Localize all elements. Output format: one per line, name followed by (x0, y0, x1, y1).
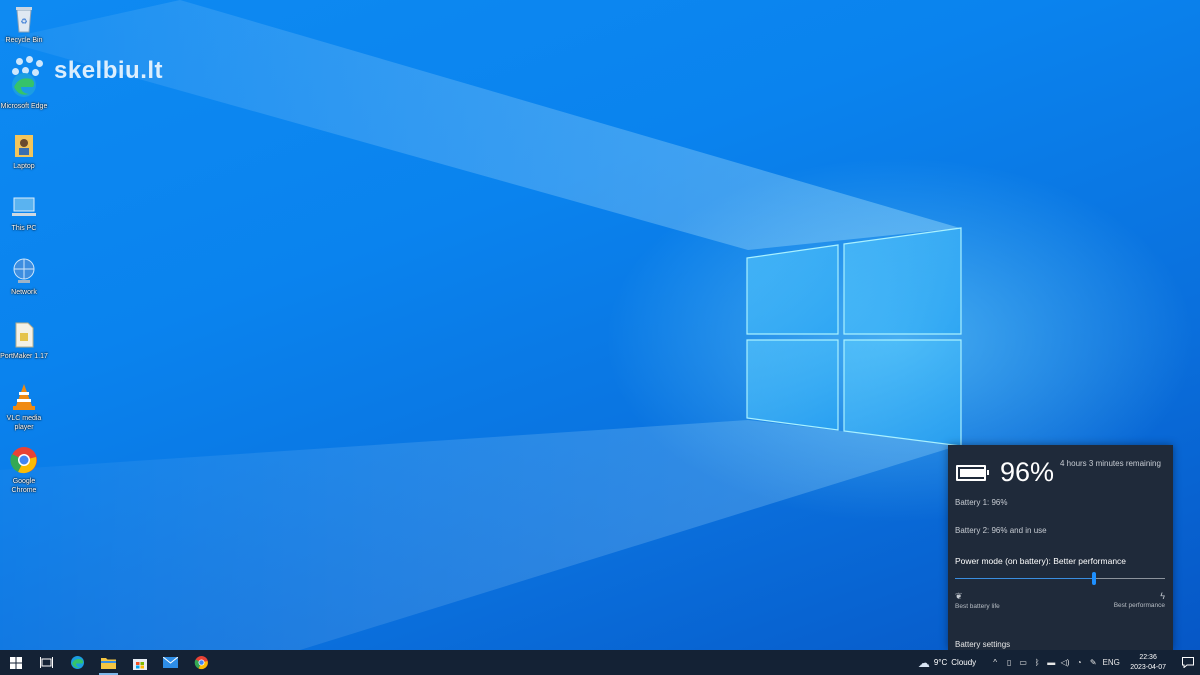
taskbar-store-button[interactable] (124, 650, 155, 675)
battery-remaining: 4 hours 3 minutes remaining (1060, 459, 1161, 468)
taskbar-file-explorer-button[interactable] (93, 650, 124, 675)
power-mode-label: Power mode (on battery): Better performa… (955, 556, 1127, 566)
taskbar-mail-button[interactable] (155, 650, 186, 675)
slider-thumb[interactable] (1092, 572, 1096, 585)
desktop-icon-label: Google Chrome (11, 478, 37, 494)
edge-icon (9, 70, 39, 100)
slider-left-end: ❦ Best battery life (955, 591, 1000, 610)
clock-time: 22:36 (1139, 653, 1157, 661)
battery-flyout: 96% 4 hours 3 minutes remaining Battery … (948, 445, 1173, 650)
notification-center-button[interactable] (1176, 650, 1200, 675)
lightning-icon: ϟ (1160, 591, 1165, 601)
battery-2-status: Battery 2: 96% and in use (955, 526, 1047, 535)
desktop-icon-label: Network (11, 289, 37, 296)
battery-settings-link[interactable]: Battery settings (955, 640, 1010, 649)
bluetooth-icon[interactable]: ᛒ (1030, 650, 1044, 675)
start-icon (9, 656, 22, 669)
slider-track-filled (955, 578, 1094, 579)
windows-logo (746, 227, 962, 447)
slider-track-empty (1094, 578, 1165, 579)
desktop-icon-label: This PC (11, 225, 37, 232)
desktop-icon-this-pc[interactable]: This PC (0, 192, 48, 233)
desktop-icon-chrome[interactable]: Google Chrome (0, 445, 48, 495)
volume-icon[interactable]: ◁) (1058, 650, 1072, 675)
user-folder-icon (9, 130, 39, 160)
notification-icon (1182, 657, 1194, 668)
desktop-icon-edge[interactable]: Microsoft Edge (0, 70, 48, 111)
device-icon[interactable]: ▯ (1002, 650, 1016, 675)
recycle-bin-icon: ♻ (9, 4, 39, 34)
desktop-icon-network[interactable]: Network (0, 256, 48, 297)
task-view-icon (40, 657, 53, 668)
system-tray: ☁ 9°C Cloudy ^ ▯ ▭ ᛒ ▬ ◁) ◔ ✎ ENG 22:36 … (918, 650, 1200, 675)
weather-temp: 9°C (933, 658, 948, 667)
this-pc-icon (9, 192, 39, 222)
desktop-icon-label: Microsoft Edge (0, 103, 48, 110)
weather-widget[interactable]: ☁ 9°C Cloudy (918, 656, 976, 670)
desktop-icon-vlc[interactable]: VLC media player (0, 382, 48, 432)
battery-tray-icon[interactable]: ▬ (1044, 650, 1058, 675)
desktop-icon-laptop[interactable]: Laptop (0, 130, 48, 171)
clock-date: 2023-04-07 (1130, 663, 1166, 671)
task-view-button[interactable] (31, 650, 62, 675)
desktop-icon-label: Laptop (13, 163, 35, 170)
battery-icon (956, 464, 989, 481)
store-icon (132, 658, 147, 670)
file-icon (9, 320, 39, 350)
slider-right-end: ϟ Best performance (1114, 591, 1165, 609)
weather-condition: Cloudy (951, 658, 977, 667)
clock[interactable]: 22:36 2023-04-07 (1130, 653, 1166, 673)
start-button[interactable] (0, 650, 31, 675)
desktop-icon-label: PortMaker 1.17 (0, 353, 48, 360)
cloud-icon: ☁ (917, 655, 930, 670)
edge-icon (71, 656, 84, 669)
slider-left-label: Best battery life (955, 603, 1000, 610)
language-indicator[interactable]: ENG (1100, 650, 1122, 675)
power-mode-slider[interactable] (955, 572, 1165, 585)
watermark-text: skelbiu.lt (54, 57, 164, 84)
wifi-icon[interactable]: ◔ (1072, 650, 1086, 675)
taskbar-chrome-button[interactable] (186, 650, 217, 675)
chevron-up-icon[interactable]: ^ (988, 650, 1002, 675)
desktop-icon-label: VLC media player (6, 415, 42, 431)
file-explorer-icon (101, 658, 116, 669)
desktop-icon-portmaker[interactable]: PortMaker 1.17 (0, 320, 48, 361)
taskbar: ☁ 9°C Cloudy ^ ▯ ▭ ᛒ ▬ ◁) ◔ ✎ ENG 22:36 … (0, 650, 1200, 675)
battery-1-status: Battery 1: 96% (955, 498, 1008, 507)
chrome-icon (194, 656, 208, 670)
taskbar-edge-button[interactable] (62, 650, 93, 675)
slider-right-label: Best performance (1113, 602, 1165, 609)
network-icon (9, 256, 39, 286)
svg-text:♻: ♻ (20, 17, 27, 26)
chrome-icon (9, 445, 39, 475)
leaf-icon: ❦ (955, 591, 963, 601)
meet-icon[interactable]: ▭ (1016, 650, 1030, 675)
desktop-icon-recycle-bin[interactable]: ♻ Recycle Bin (0, 4, 48, 45)
pen-icon[interactable]: ✎ (1086, 650, 1100, 675)
desktop-icon-label: Recycle Bin (5, 37, 43, 44)
battery-summary: 96% (956, 457, 1054, 488)
mail-icon (163, 657, 178, 668)
battery-percent: 96% (1000, 457, 1055, 487)
vlc-icon (9, 382, 39, 412)
